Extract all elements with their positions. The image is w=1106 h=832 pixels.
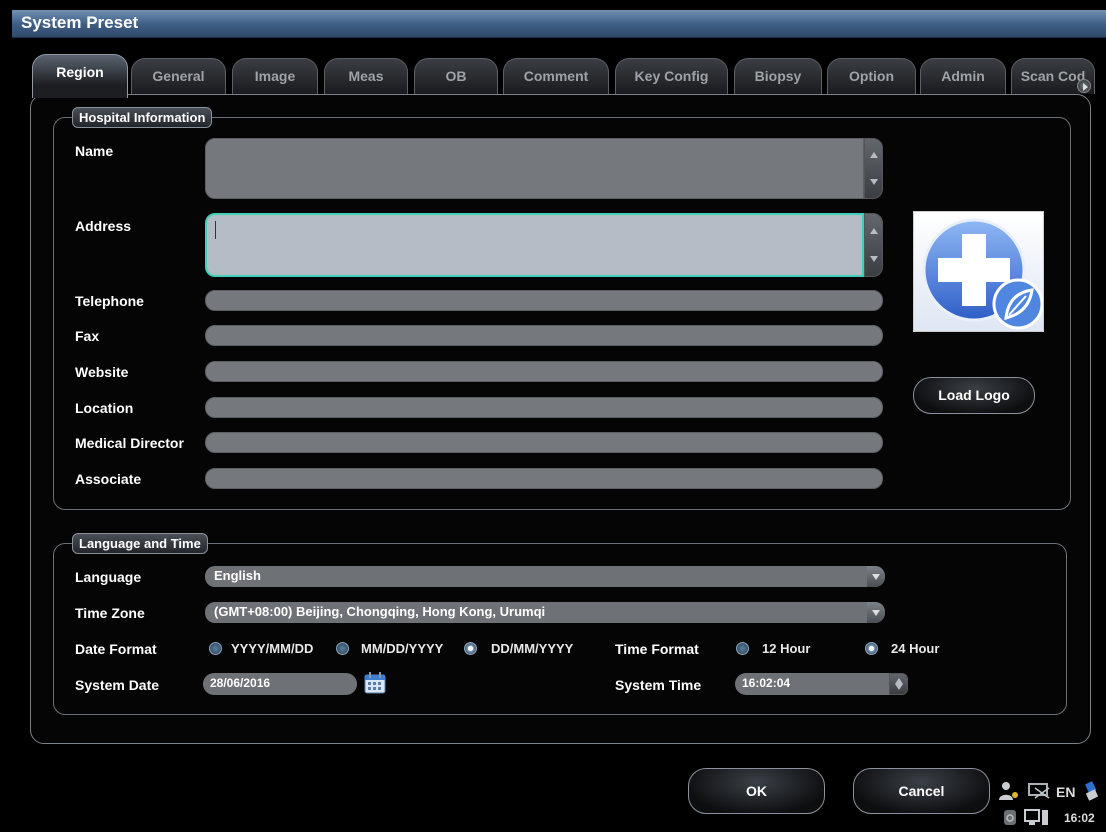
associate-label: Associate — [75, 471, 142, 487]
date-format-option-label: MM/DD/YYYY — [361, 641, 444, 656]
input-language-indicator[interactable]: EN — [1056, 784, 1075, 800]
medical-director-label: Medical Director — [75, 435, 184, 451]
date-format-dd-mm-yyyy-radio[interactable] — [464, 642, 477, 655]
system-time-spinner[interactable] — [889, 673, 908, 695]
date-format-option-label: DD/MM/YYYY — [491, 641, 574, 656]
address-field[interactable] — [205, 213, 864, 277]
computer-icon[interactable] — [1024, 808, 1050, 826]
telephone-field[interactable] — [205, 290, 883, 311]
system-time-field[interactable]: 16:02:04 — [735, 673, 889, 695]
window-title-bar: System Preset — [12, 10, 1106, 38]
date-format-option-label: YYYY/MM/DD — [231, 641, 314, 656]
system-date-field[interactable]: 28/06/2016 — [203, 673, 357, 695]
language-value: English — [214, 568, 261, 583]
tab-meas[interactable]: Meas — [324, 58, 408, 94]
tab-ob[interactable]: OB — [414, 58, 498, 94]
time-zone-label: Time Zone — [75, 605, 145, 621]
tab-region[interactable]: Region — [32, 54, 128, 98]
user-icon[interactable] — [998, 781, 1020, 801]
region-panel: Hospital Information Name Address Teleph… — [30, 94, 1091, 744]
status-clock: 16:02 — [1064, 811, 1095, 825]
tab-key-config[interactable]: Key Config — [615, 58, 728, 94]
language-time-legend: Language and Time — [72, 533, 208, 554]
medical-director-field[interactable] — [205, 432, 883, 453]
name-field[interactable] — [205, 138, 864, 199]
time-format-option-label: 12 Hour — [762, 641, 811, 656]
fax-field[interactable] — [205, 325, 883, 346]
language-select[interactable]: English — [205, 566, 885, 587]
trash-icon[interactable] — [1002, 808, 1018, 826]
system-time-value: 16:02:04 — [742, 676, 791, 690]
text-cursor — [215, 221, 216, 239]
date-format-mm-dd-yyyy-radio[interactable] — [336, 642, 349, 655]
location-field[interactable] — [205, 397, 883, 418]
calendar-icon[interactable] — [363, 671, 387, 695]
time-format-label: Time Format — [615, 641, 699, 657]
time-zone-select[interactable]: (GMT+08:00) Beijing, Chongqing, Hong Kon… — [205, 602, 885, 623]
name-label: Name — [75, 143, 114, 159]
name-scroll-spinner[interactable] — [864, 138, 883, 199]
associate-field[interactable] — [205, 468, 883, 489]
hospital-logo-preview — [913, 211, 1044, 332]
time-format-12-hour-radio[interactable] — [736, 642, 749, 655]
medical-cross-logo-icon — [922, 218, 1044, 330]
system-date-label: System Date — [75, 677, 160, 693]
tab-comment[interactable]: Comment — [503, 58, 609, 94]
website-label: Website — [75, 364, 129, 380]
tab-bar: Region General Image Meas OB Comment Key… — [30, 54, 1100, 98]
language-label: Language — [75, 569, 142, 585]
address-label: Address — [75, 218, 132, 234]
address-scroll-spinner[interactable] — [864, 213, 883, 277]
system-date-value: 28/06/2016 — [210, 676, 271, 690]
network-disconnected-icon[interactable] — [1027, 782, 1053, 800]
date-format-label: Date Format — [75, 641, 157, 657]
location-label: Location — [75, 400, 134, 416]
tab-general[interactable]: General — [131, 58, 226, 94]
tab-image[interactable]: Image — [232, 58, 318, 94]
window-title: System Preset — [21, 13, 139, 32]
usb-device-icon[interactable] — [1082, 780, 1102, 802]
website-field[interactable] — [205, 361, 883, 382]
tab-biopsy[interactable]: Biopsy — [734, 58, 822, 94]
ok-button[interactable]: OK — [688, 768, 825, 814]
telephone-label: Telephone — [75, 293, 144, 309]
hospital-info-legend: Hospital Information — [72, 107, 213, 128]
fax-label: Fax — [75, 328, 100, 344]
tab-option[interactable]: Option — [827, 58, 916, 94]
system-time-label: System Time — [615, 677, 702, 693]
cancel-button[interactable]: Cancel — [853, 768, 990, 814]
time-format-24-hour-radio[interactable] — [865, 642, 878, 655]
time-zone-value: (GMT+08:00) Beijing, Chongqing, Hong Kon… — [214, 604, 546, 619]
time-format-option-label: 24 Hour — [891, 641, 940, 656]
tab-admin[interactable]: Admin — [920, 58, 1006, 94]
load-logo-button[interactable]: Load Logo — [913, 377, 1035, 414]
date-format-yyyy-mm-dd-radio[interactable] — [209, 642, 222, 655]
tab-scroll-right-button[interactable] — [1077, 79, 1091, 93]
